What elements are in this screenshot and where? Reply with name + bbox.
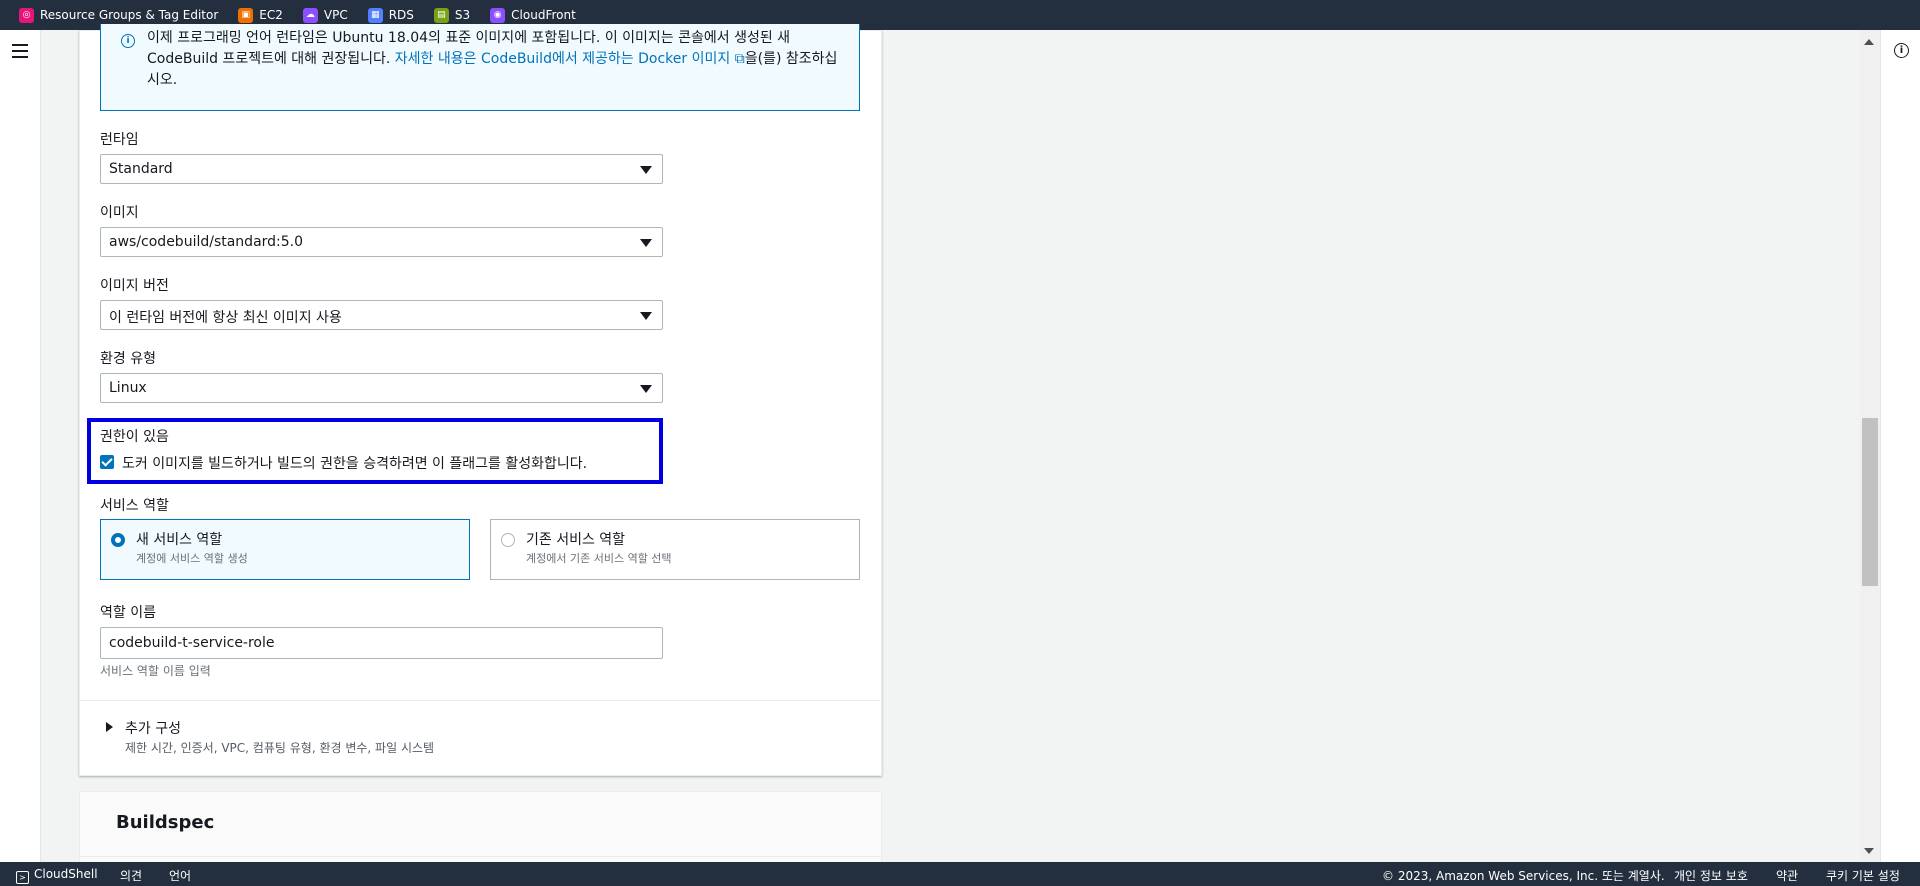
console-footer: > CloudShell 의견 언어 © 2023, Amazon Web Ser…: [0, 862, 1920, 886]
language-link[interactable]: 언어: [169, 867, 191, 884]
favorite-label: RDS: [388, 8, 414, 22]
favorite-label: EC2: [259, 8, 283, 22]
tile-title: 새 서비스 역할: [136, 532, 223, 548]
copyright-text: © 2023, Amazon Web Services, Inc. 또는 계열사…: [1382, 869, 1665, 883]
cloudfront-icon: ◉: [490, 7, 506, 23]
caret-down-icon: [640, 166, 652, 174]
favorite-label: Resource Groups & Tag Editor: [40, 8, 219, 22]
tile-description: 계정에서 기존 서비스 역할 선택: [526, 552, 672, 565]
favorite-label: S3: [454, 8, 471, 22]
expander-title: 추가 구성: [125, 721, 181, 737]
caret-right-icon: [106, 722, 113, 732]
left-nav-strip: [0, 30, 41, 862]
favorite-label: CloudFront: [511, 8, 576, 22]
external-link-icon: ⧉: [730, 51, 745, 67]
favorite-label: VPC: [323, 8, 348, 22]
resource-groups-icon: ◎: [19, 7, 34, 23]
cloudshell-label: CloudShell: [34, 867, 98, 881]
terms-link[interactable]: 약관: [1776, 867, 1798, 884]
tile-title: 기존 서비스 역할: [526, 532, 626, 548]
privacy-link[interactable]: 개인 정보 보호: [1674, 867, 1748, 884]
scrollbar-thumb[interactable]: [1862, 418, 1878, 586]
privileged-checkbox-label: 도커 이미지를 빌드하거나 빌드의 권한을 승격하려면 이 플래그를 활성화합니…: [122, 456, 588, 472]
alert-text: 이제 프로그래밍 언어 런타임은 Ubuntu 18.04의 표준 이미지에 포…: [147, 28, 847, 91]
new-service-role-tile[interactable]: 새 서비스 역할 계정에 서비스 역할 생성: [100, 519, 470, 580]
highlight-box: [87, 418, 663, 484]
ec2-icon: ▣: [238, 7, 254, 23]
scroll-up-arrow-icon[interactable]: [1864, 39, 1874, 45]
runtime-select[interactable]: Standard: [100, 154, 663, 184]
feedback-link[interactable]: 의견: [120, 867, 142, 884]
image-version-select[interactable]: 이 런타임 버전에 항상 최신 이미지 사용: [100, 300, 663, 330]
image-version-label: 이미지 버전: [100, 278, 169, 294]
buildspec-panel: Buildspec: [79, 791, 882, 863]
divider: [79, 700, 880, 701]
vpc-icon: ☁: [302, 7, 318, 23]
runtime-value: Standard: [109, 161, 173, 177]
image-select[interactable]: aws/codebuild/standard:5.0: [100, 227, 663, 257]
role-name-hint: 서비스 역할 이름 입력: [100, 664, 211, 678]
caret-down-icon: [640, 312, 652, 320]
service-role-label: 서비스 역할: [100, 498, 169, 514]
image-version-value: 이 런타임 버전에 항상 최신 이미지 사용: [109, 310, 342, 326]
image-label: 이미지: [100, 205, 139, 221]
environment-type-label: 환경 유형: [100, 351, 156, 367]
info-alert: i 이제 프로그래밍 언어 런타임은 Ubuntu 18.04의 표준 이미지에…: [100, 24, 860, 111]
image-value: aws/codebuild/standard:5.0: [109, 234, 304, 250]
environment-type-select[interactable]: Linux: [100, 373, 663, 403]
expander-description: 제한 시간, 인증서, VPC, 컴퓨팅 유형, 환경 변수, 파일 시스템: [125, 741, 435, 755]
cookie-preferences-link[interactable]: 쿠키 기본 설정: [1826, 867, 1900, 884]
s3-icon: ▤: [433, 7, 449, 23]
cloudshell-button[interactable]: > CloudShell: [16, 867, 98, 884]
radio-existing-service-role[interactable]: [501, 533, 515, 547]
role-name-input[interactable]: codebuild-t-service-role: [100, 627, 663, 659]
buildspec-heading: Buildspec: [116, 812, 215, 833]
rds-icon: ▦: [367, 7, 383, 23]
runtime-label: 런타임: [100, 132, 139, 148]
info-panel-icon[interactable]: i: [1894, 43, 1909, 58]
caret-down-icon: [640, 385, 652, 393]
tile-description: 계정에 서비스 역할 생성: [136, 552, 248, 565]
role-name-value: codebuild-t-service-role: [109, 635, 275, 651]
cloudshell-icon: >: [16, 871, 29, 884]
environment-type-value: Linux: [109, 380, 147, 396]
scroll-down-arrow-icon[interactable]: [1864, 848, 1874, 854]
privileged-label: 권한이 있음: [100, 429, 169, 445]
role-name-label: 역할 이름: [100, 605, 156, 621]
existing-service-role-tile[interactable]: 기존 서비스 역할 계정에서 기존 서비스 역할 선택: [490, 519, 860, 580]
menu-icon[interactable]: [12, 44, 28, 62]
privileged-checkbox[interactable]: [100, 455, 114, 469]
radio-new-service-role[interactable]: [111, 533, 125, 547]
right-tools-strip: i: [1880, 30, 1920, 862]
info-icon: i: [121, 34, 135, 48]
docker-images-link[interactable]: 자세한 내용은 CodeBuild에서 제공하는 Docker 이미지: [395, 51, 730, 67]
caret-down-icon: [640, 239, 652, 247]
divider: [80, 856, 881, 857]
